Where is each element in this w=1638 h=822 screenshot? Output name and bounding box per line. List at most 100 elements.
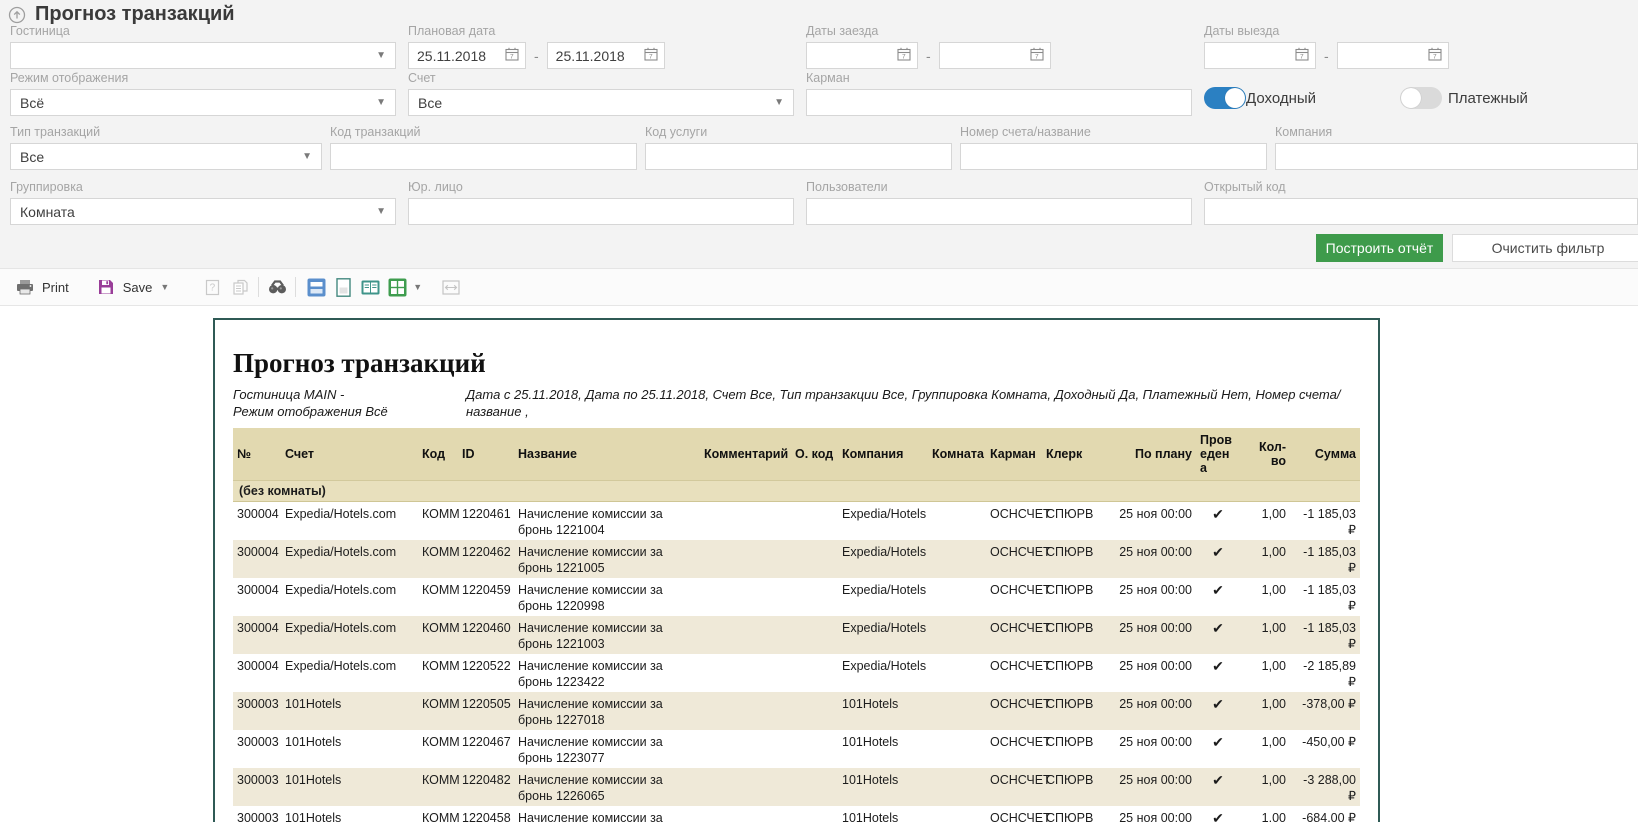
payment-toggle-switch[interactable] bbox=[1400, 87, 1442, 109]
chevron-down-icon: ▼ bbox=[376, 97, 386, 108]
users-filter-label: Пользователи bbox=[806, 180, 1192, 195]
arrival-date-from-input[interactable]: 7 bbox=[806, 42, 918, 69]
copy-icon bbox=[229, 277, 251, 297]
build-report-button[interactable]: Построить отчёт bbox=[1316, 234, 1443, 262]
table-row[interactable]: 300003101HotelsКОММ1220482Начисление ком… bbox=[233, 768, 1360, 806]
company-input[interactable] bbox=[1275, 143, 1638, 170]
cell-done: ✔ bbox=[1196, 578, 1240, 616]
calendar-icon[interactable]: 7 bbox=[505, 47, 519, 64]
cell-name: Начисление комиссии за бронь 1221003 bbox=[514, 616, 700, 654]
cell-name: Начисление комиссии за бронь 1220998 bbox=[514, 578, 700, 616]
planned-date-from-input[interactable]: 25.11.2018 7 bbox=[408, 42, 526, 69]
cell-account: 101Hotels bbox=[281, 806, 418, 822]
arrival-date-to-input[interactable]: 7 bbox=[939, 42, 1051, 69]
calendar-icon[interactable]: 7 bbox=[644, 47, 658, 64]
account-select[interactable]: Все ▼ bbox=[408, 89, 794, 116]
table-row[interactable]: 300004Expedia/Hotels.comКОММ1220522Начис… bbox=[233, 654, 1360, 692]
table-header-row: №СчетКодIDНазваниеКомментарийО. кодКомпа… bbox=[233, 428, 1360, 480]
table-row[interactable]: 300004Expedia/Hotels.comКОММ1220459Начис… bbox=[233, 578, 1360, 616]
income-toggle-switch[interactable] bbox=[1204, 87, 1246, 109]
grouping-filter: Группировка Комната ▼ bbox=[10, 180, 396, 225]
planned-date-to-input[interactable]: 25.11.2018 7 bbox=[547, 42, 665, 69]
calendar-icon[interactable]: 7 bbox=[1030, 47, 1044, 64]
transaction-type-select[interactable]: Все ▼ bbox=[10, 143, 322, 170]
cell-comment bbox=[700, 540, 791, 578]
payment-toggle[interactable]: Платежный bbox=[1400, 87, 1528, 109]
planned-date-from-value: 25.11.2018 bbox=[417, 48, 486, 64]
calendar-icon[interactable]: 7 bbox=[1295, 47, 1309, 64]
transaction-code-input[interactable] bbox=[330, 143, 637, 170]
cell-num: 300003 bbox=[233, 806, 281, 822]
table-row[interactable]: 300004Expedia/Hotels.comКОММ1220460Начис… bbox=[233, 616, 1360, 654]
open-code-label: Открытый код bbox=[1204, 180, 1638, 195]
income-toggle[interactable]: Доходный bbox=[1204, 87, 1316, 109]
column-header-sum: Сумма bbox=[1290, 428, 1360, 480]
cell-clerk: СПЮРВ bbox=[1042, 578, 1100, 616]
display-mode-select[interactable]: Всё ▼ bbox=[10, 89, 396, 116]
cell-company: Expedia/Hotels bbox=[838, 540, 928, 578]
cell-code: КОММ bbox=[418, 692, 458, 730]
cell-name: Начисление комиссии за бронь 1227018 bbox=[514, 692, 700, 730]
table-row[interactable]: 300003101HotelsКОММ1220467Начисление ком… bbox=[233, 730, 1360, 768]
cell-room bbox=[928, 654, 986, 692]
hotel-select[interactable]: ▼ bbox=[10, 42, 396, 69]
grouping-select-value: Комната bbox=[20, 204, 75, 220]
table-row[interactable]: 300003101HotelsКОММ1220458Начисление ком… bbox=[233, 806, 1360, 822]
cell-comment bbox=[700, 806, 791, 822]
collapse-panel-icon[interactable] bbox=[8, 6, 26, 24]
print-button[interactable]: Print bbox=[8, 273, 75, 301]
single-page-view-button[interactable] bbox=[334, 278, 353, 297]
multi-page-view-button[interactable] bbox=[388, 278, 407, 297]
svg-text:7: 7 bbox=[1300, 54, 1304, 61]
cell-code: КОММ bbox=[418, 501, 458, 540]
svg-text:7: 7 bbox=[510, 54, 514, 61]
save-button-label: Save bbox=[123, 280, 153, 295]
cell-num: 300003 bbox=[233, 730, 281, 768]
departure-date-from-input[interactable]: 7 bbox=[1204, 42, 1316, 69]
departure-date-to-input[interactable]: 7 bbox=[1337, 42, 1449, 69]
two-page-view-button[interactable] bbox=[361, 278, 380, 297]
open-code-input[interactable] bbox=[1204, 198, 1638, 225]
cell-num: 300003 bbox=[233, 692, 281, 730]
svg-text:?: ? bbox=[209, 282, 215, 293]
cell-id: 1220467 bbox=[458, 730, 514, 768]
table-row[interactable]: 300004Expedia/Hotels.comКОММ1220462Начис… bbox=[233, 540, 1360, 578]
table-row[interactable]: 300004Expedia/Hotels.comКОММ1220461Начис… bbox=[233, 501, 1360, 540]
cell-pocket: ОСНСЧЕТ bbox=[986, 540, 1042, 578]
calendar-icon[interactable]: 7 bbox=[1428, 47, 1442, 64]
save-button[interactable]: Save ▼ bbox=[89, 273, 176, 301]
chevron-down-icon: ▼ bbox=[376, 50, 386, 61]
legal-entity-input[interactable] bbox=[408, 198, 794, 225]
cell-company: Expedia/Hotels bbox=[838, 616, 928, 654]
chevron-down-icon[interactable]: ▼ bbox=[413, 282, 422, 292]
print-button-label: Print bbox=[42, 280, 69, 295]
account-number-input[interactable] bbox=[960, 143, 1267, 170]
find-icon[interactable] bbox=[266, 277, 288, 297]
cell-qty: 1,00 bbox=[1240, 730, 1290, 768]
cell-sum: -2 185,89 ₽ bbox=[1290, 654, 1360, 692]
pocket-input[interactable] bbox=[806, 89, 1192, 116]
cell-num: 300004 bbox=[233, 501, 281, 540]
clear-filter-button[interactable]: Очистить фильтр bbox=[1452, 234, 1638, 262]
continuous-view-button[interactable] bbox=[307, 278, 326, 297]
cell-sum: -450,00 ₽ bbox=[1290, 730, 1360, 768]
column-header-name: Название bbox=[514, 428, 700, 480]
service-code-input[interactable] bbox=[645, 143, 952, 170]
cell-code: КОММ bbox=[418, 654, 458, 692]
transaction-code-label: Код транзакций bbox=[330, 125, 637, 140]
cell-qty: 1,00 bbox=[1240, 692, 1290, 730]
calendar-icon[interactable]: 7 bbox=[897, 47, 911, 64]
users-input[interactable] bbox=[806, 198, 1192, 225]
transaction-type-label: Тип транзакций bbox=[10, 125, 322, 140]
cell-qty: 1,00 bbox=[1240, 540, 1290, 578]
column-header-planned: По плану bbox=[1100, 428, 1196, 480]
svg-text:7: 7 bbox=[649, 54, 653, 61]
cell-ocode bbox=[791, 806, 838, 822]
cell-company: 101Hotels bbox=[838, 730, 928, 768]
cell-sum: -1 185,03 ₽ bbox=[1290, 578, 1360, 616]
date-range-dash: - bbox=[534, 48, 539, 64]
grouping-select[interactable]: Комната ▼ bbox=[10, 198, 396, 225]
cell-pocket: ОСНСЧЕТ bbox=[986, 654, 1042, 692]
table-row[interactable]: 300003101HotelsКОММ1220505Начисление ком… bbox=[233, 692, 1360, 730]
cell-sum: -1 185,03 ₽ bbox=[1290, 616, 1360, 654]
